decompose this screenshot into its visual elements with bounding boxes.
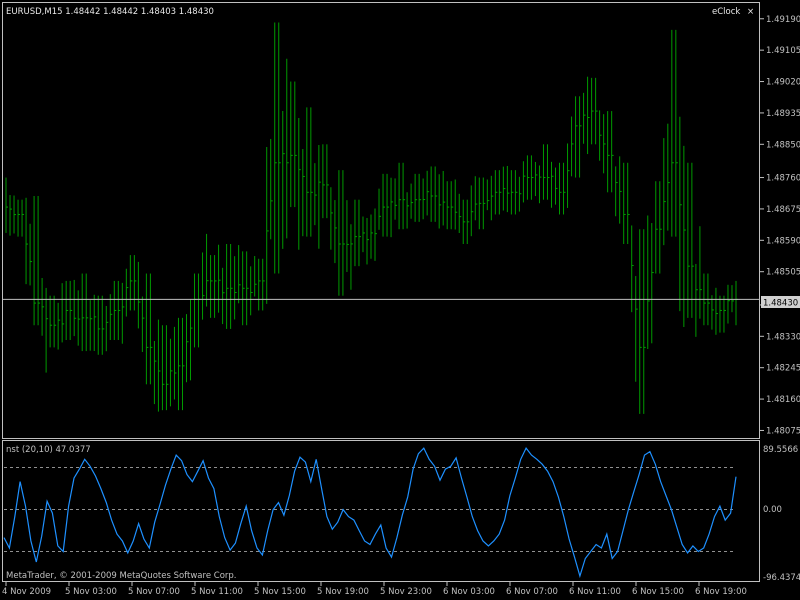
price-scale-label: 1.48850 [766, 140, 800, 150]
price-scale-label: 1.49020 [766, 78, 800, 88]
time-axis-label: 5 Nov 19:00 [317, 587, 369, 597]
time-axis-label: 6 Nov 15:00 [632, 587, 684, 597]
close-icon[interactable]: × [747, 7, 754, 17]
price-scale-label: 1.48675 [766, 205, 800, 215]
time-axis-label: 4 Nov 2009 [2, 587, 51, 597]
symbol-info: EURUSD,M15 1.48442 1.48442 1.48403 1.484… [6, 7, 214, 17]
price-scale-label: 1.49105 [766, 46, 800, 56]
price-scale-label: 1.48075 [766, 426, 800, 436]
time-axis-label: 6 Nov 19:00 [695, 587, 747, 597]
current-price-tag: 1.48430 [761, 296, 800, 309]
time-axis-label: 6 Nov 03:00 [443, 587, 495, 597]
time-axis-label: 6 Nov 11:00 [569, 587, 621, 597]
price-scale-label: 1.48505 [766, 268, 800, 278]
time-axis-label: 5 Nov 15:00 [254, 587, 306, 597]
time-axis-label: 6 Nov 07:00 [506, 587, 558, 597]
copyright-text: MetaTrader, © 2001-2009 MetaQuotes Softw… [6, 571, 236, 581]
indicator-scale-min: -96.4374 [763, 573, 800, 583]
time-axis-label: 5 Nov 03:00 [65, 587, 117, 597]
indicator-scale-max: 89.5566 [763, 445, 798, 455]
price-scale-label: 1.48935 [766, 109, 800, 119]
expert-advisor-name: eClock [712, 7, 740, 17]
current-price-value: 1.48430 [763, 299, 798, 309]
chart-canvas: 1.49190 1.49105 1.49020 1.48935 1.48850 1.487… [0, 0, 800, 600]
time-axis-label: 5 Nov 07:00 [128, 587, 180, 597]
indicator-label: nst (20,10) 47.0377 [6, 445, 91, 455]
price-scale-label: 1.48330 [766, 332, 800, 342]
price-scale-label: 1.48760 [766, 174, 800, 184]
price-scale-label: 1.49190 [766, 15, 800, 25]
time-axis-label: 5 Nov 11:00 [191, 587, 243, 597]
price-scale-label: 1.48590 [766, 236, 800, 246]
price-scale-label: 1.48160 [766, 395, 800, 405]
time-axis-label: 5 Nov 23:00 [380, 587, 432, 597]
indicator-scale-zero: 0.00 [763, 505, 782, 515]
price-scale-label: 1.48245 [766, 364, 800, 374]
